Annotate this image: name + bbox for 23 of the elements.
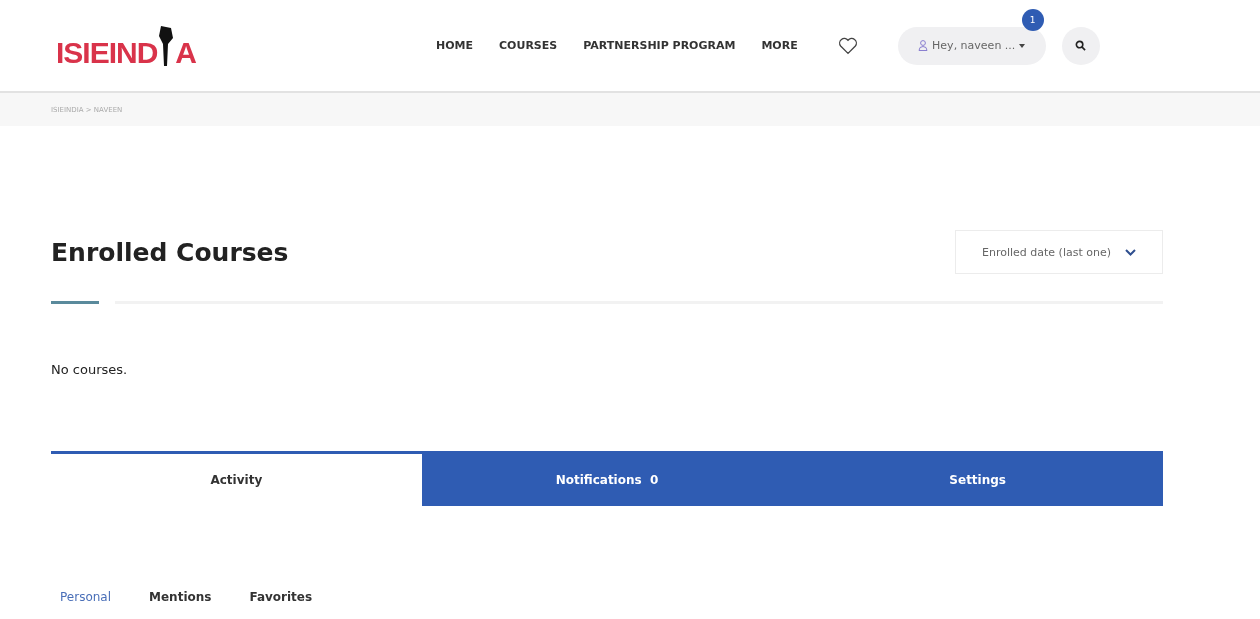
sub-tab[interactable]: Personal xyxy=(60,590,111,604)
sort-dropdown[interactable]: Enrolled date (last one) xyxy=(955,230,1163,274)
logo-text: ISIEIND xyxy=(56,37,158,68)
nav-link[interactable]: HOME xyxy=(436,39,474,52)
nav-link[interactable]: MORE xyxy=(761,39,798,52)
caret-icon xyxy=(1019,43,1026,48)
user-icon xyxy=(918,40,929,51)
sub-tab[interactable]: Mentions xyxy=(149,590,212,604)
nav-link[interactable]: COURSES xyxy=(499,39,558,52)
torch-icon xyxy=(157,23,176,68)
heart-icon[interactable] xyxy=(837,36,858,55)
chevron-down-icon xyxy=(1125,248,1136,256)
user-menu-button[interactable]: Hey, naveen ... xyxy=(897,26,1046,65)
tab[interactable]: Notifications 0 xyxy=(421,451,793,506)
nav-link[interactable]: PARTNERSHIP PROGRAM xyxy=(583,39,736,52)
tab[interactable]: Settings xyxy=(792,451,1163,506)
sub-tab[interactable]: Favorites xyxy=(249,590,313,604)
page-title: Enrolled Courses xyxy=(51,237,289,267)
notification-badge: 1 xyxy=(1021,8,1044,31)
empty-message: No courses. xyxy=(51,362,129,377)
logo-text: A xyxy=(175,37,197,68)
search-icon xyxy=(1075,40,1087,51)
search-button[interactable] xyxy=(1061,26,1100,65)
